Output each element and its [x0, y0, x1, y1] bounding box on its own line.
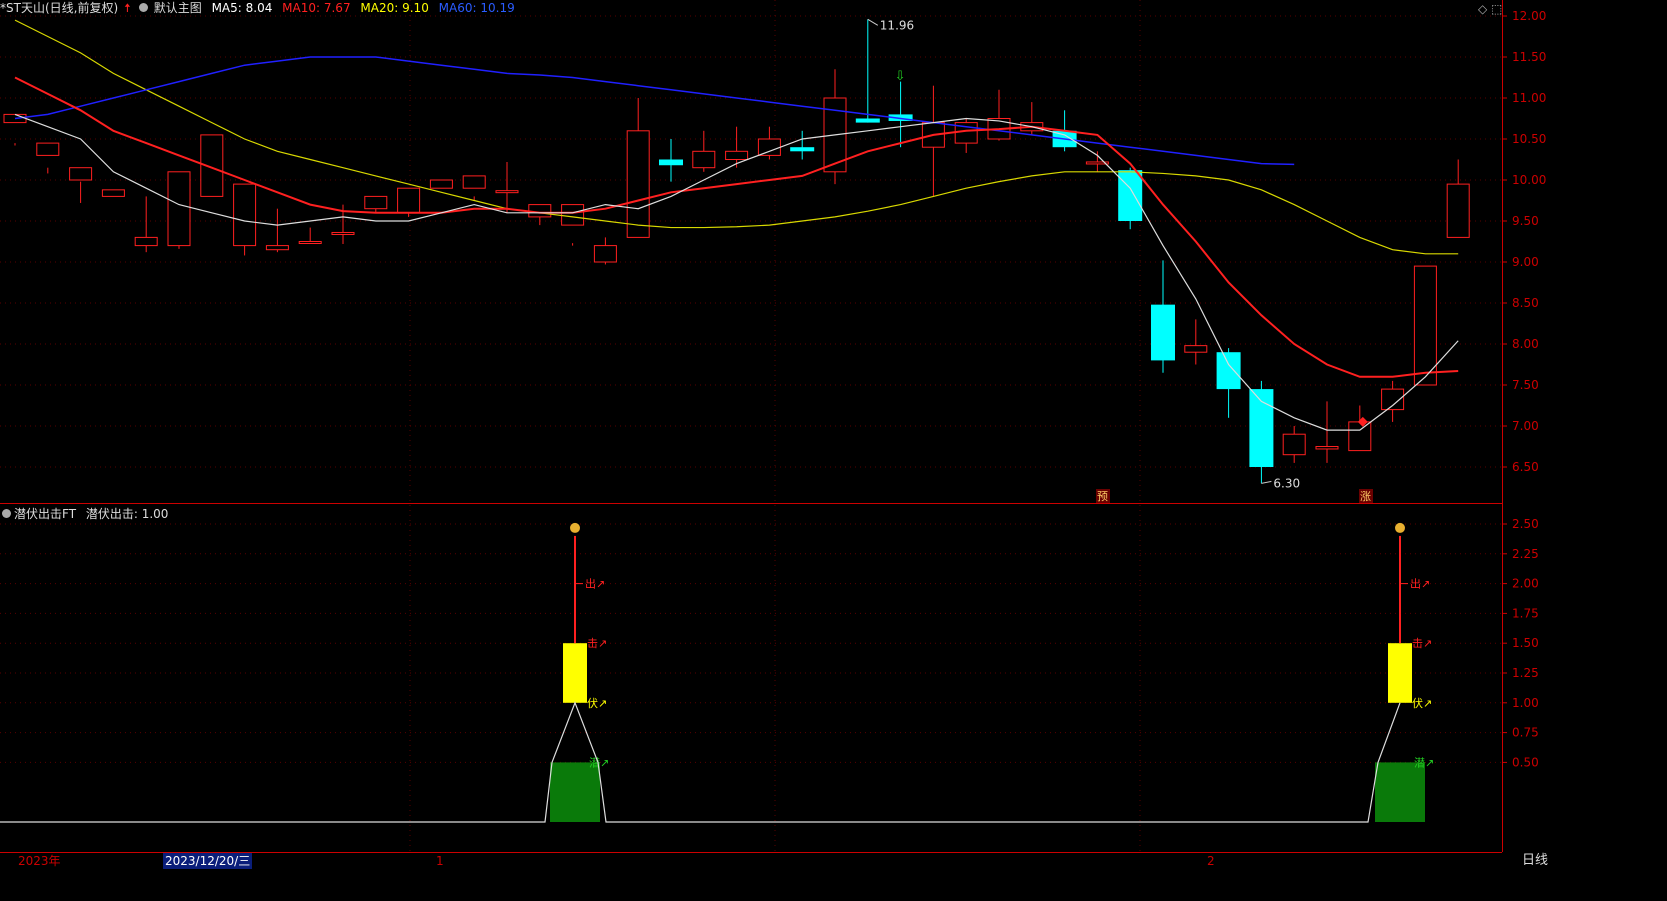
candle-body	[1348, 421, 1372, 452]
price-tick-label: 7.00	[1512, 419, 1539, 433]
indicator-tick-label: 1.25	[1512, 666, 1539, 680]
candle-body	[659, 159, 683, 166]
candle-body	[1315, 446, 1339, 450]
candle-body	[69, 167, 93, 181]
candle-body	[397, 187, 421, 214]
indicator-tick-label: 1.00	[1512, 696, 1539, 710]
candle-body	[1118, 170, 1143, 221]
out-label: 出↗	[1410, 577, 1430, 591]
candle-body	[167, 171, 191, 247]
chart-canvas[interactable]: 12.0011.5011.0010.5010.009.509.008.508.0…	[0, 0, 1667, 901]
price-tick-label: 11.00	[1512, 91, 1546, 105]
candle-body	[1184, 345, 1208, 353]
strike-label: 击↗	[587, 637, 607, 650]
candle-body	[1446, 183, 1470, 238]
year-label: 2023年	[18, 854, 61, 868]
indicator-tick-label: 0.50	[1512, 755, 1539, 769]
candle-body	[134, 236, 158, 247]
price-tick-label: 7.50	[1512, 378, 1539, 392]
price-tick-label: 10.00	[1512, 173, 1546, 187]
candle-body	[1151, 304, 1175, 361]
candle-body	[790, 147, 815, 152]
down-arrow-icon: ⇩	[895, 69, 906, 84]
price-tick-label: 12.00	[1512, 9, 1546, 23]
high-pointer	[867, 18, 879, 26]
candle-body	[331, 231, 355, 235]
candle-body	[298, 241, 322, 244]
month-label-1: 1	[436, 854, 444, 868]
candle-body	[1216, 352, 1241, 390]
out-label: 出↗	[585, 577, 605, 591]
money-bag-icon	[570, 522, 580, 533]
tag-up: 涨	[1360, 490, 1371, 503]
hide-label: 伏↗	[1412, 696, 1432, 710]
selected-date: 2023/12/20/三	[163, 853, 253, 869]
candle-body	[265, 245, 289, 251]
candle-body	[593, 245, 617, 263]
period-button[interactable]: 日线	[1505, 853, 1565, 869]
month-label-2: 2	[1207, 854, 1215, 868]
candle-body	[1282, 433, 1306, 456]
candle-body	[561, 204, 585, 226]
price-tick-label: 8.50	[1512, 296, 1539, 310]
indicator-tick-label: 2.25	[1512, 547, 1539, 561]
candle-body	[364, 195, 388, 210]
candle-body	[233, 183, 257, 247]
latent-bar	[1375, 762, 1425, 822]
price-tick-label: 8.00	[1512, 337, 1539, 351]
price-tick-label: 9.50	[1512, 214, 1539, 228]
strike-bar	[563, 643, 587, 703]
candle-body	[725, 150, 749, 161]
price-tick-label: 11.50	[1512, 50, 1546, 64]
money-bag-icon	[1395, 522, 1405, 533]
candle-body	[757, 138, 781, 156]
low-label: 6.30	[1273, 476, 1300, 490]
price-tick-label: 6.50	[1512, 460, 1539, 474]
candle-body	[495, 190, 519, 194]
latent-label: 潜↗	[1414, 755, 1434, 769]
indicator-tick-label: 0.75	[1512, 726, 1539, 740]
strike-bar	[1388, 643, 1412, 703]
candle-body	[1413, 265, 1437, 386]
candle-body	[528, 204, 552, 218]
indicator-tick-label: 2.50	[1512, 517, 1539, 531]
latent-bar	[550, 762, 600, 822]
price-tick-label: 10.50	[1512, 132, 1546, 146]
candle-body	[36, 142, 60, 156]
candle-body	[855, 118, 880, 123]
candle-body	[626, 130, 650, 238]
indicator-tick-label: 2.00	[1512, 577, 1539, 591]
indicator-tick-label: 1.50	[1512, 636, 1539, 650]
price-tick-label: 9.00	[1512, 255, 1539, 269]
hide-label: 伏↗	[587, 696, 607, 710]
candle-body	[692, 150, 716, 169]
candle-body	[462, 175, 486, 189]
high-label: 11.96	[880, 18, 914, 32]
candle-body	[101, 189, 125, 197]
indicator-tick-label: 1.75	[1512, 606, 1539, 620]
candle-body	[429, 179, 453, 189]
tag-pre: 预	[1097, 490, 1108, 503]
low-pointer	[1261, 480, 1272, 484]
strike-label: 击↗	[1412, 637, 1432, 650]
